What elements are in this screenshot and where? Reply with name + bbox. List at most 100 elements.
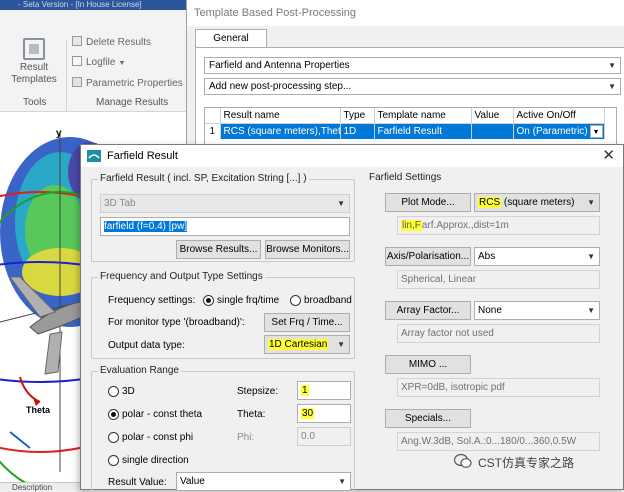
logfile-button[interactable]: Logfile ▼ (72, 53, 125, 73)
plot-mode-select[interactable]: RCS (square meters) ▼ (474, 193, 600, 212)
cell-type[interactable]: 1D (340, 123, 375, 139)
axis-polarisation-button[interactable]: Axis/Polarisation... (385, 247, 471, 266)
cell-template-name[interactable]: Farfield Result (374, 123, 472, 139)
category-select[interactable]: Farfield and Antenna Properties ▼ (204, 57, 621, 74)
single-direction-radio[interactable] (108, 455, 119, 466)
theta-label: Theta: (237, 409, 266, 420)
opt-3d-radio[interactable] (108, 386, 119, 397)
browse-monitors-button[interactable]: Browse Monitors... (265, 240, 350, 259)
result-templates-icon (23, 38, 45, 60)
farfield-app-icon (87, 150, 101, 162)
cell-result-name[interactable]: RCS (square meters),Theta=3 (220, 123, 341, 139)
ribbon-group-manage-results: Manage Results (96, 97, 169, 108)
broadband-radio[interactable] (290, 295, 301, 306)
set-frq-time-button[interactable]: Set Frq / Time... (264, 313, 350, 332)
phi-label: Phi: (237, 432, 255, 443)
plot-mode-info-highlight: lin,F (401, 220, 422, 231)
column-header-result-name[interactable]: Result name (220, 108, 341, 124)
broadband-label[interactable]: broadband (304, 295, 352, 306)
table-row[interactable]: 1 RCS (square meters),Theta=3 1D Farfiel… (205, 123, 605, 139)
axis-polarisation-select[interactable]: Abs ▼ (474, 247, 600, 266)
plot-mode-value-unit: (square meters) (501, 197, 575, 208)
axis-y-label: y (56, 128, 62, 139)
single-direction-label[interactable]: single direction (122, 455, 189, 466)
watermark: CST仿真专家之路 (454, 452, 624, 472)
output-data-type-select[interactable]: 1D Cartesian ▼ (264, 335, 350, 354)
theta-axis-label: Theta (26, 405, 51, 415)
delete-results-label: Delete Results (86, 37, 152, 48)
array-factor-button[interactable]: Array Factor... (385, 301, 471, 320)
farfield-dialog-title-bar: Farfield Result (81, 145, 623, 167)
stepsize-input[interactable]: 1 (297, 381, 351, 400)
phi-input: 0.0 (297, 427, 351, 446)
frequency-output-group: Frequency and Output Type Settings Frequ… (91, 271, 355, 359)
specials-info: Ang.W.3dB, Sol.A.:0...180/0...360,0.5W (397, 432, 600, 451)
chevron-down-icon: ▼ (587, 252, 595, 261)
delete-results-button[interactable]: Delete Results (72, 33, 151, 53)
chevron-down-icon: ▼ (608, 61, 616, 70)
tab-select: 3D Tab ▼ (100, 194, 350, 213)
result-value-label: Result Value: (108, 477, 167, 488)
column-header-active[interactable]: Active On/Off (513, 108, 605, 124)
cell-active[interactable]: On (Parametric) ▼ (513, 123, 605, 139)
axis-info: Spherical, Linear (397, 270, 600, 289)
plot-mode-button[interactable]: Plot Mode... (385, 193, 471, 212)
cell-value[interactable] (471, 123, 514, 139)
farfield-result-input[interactable]: farfield (f=0.4) [pw] (100, 217, 350, 236)
farfield-settings-group: Farfield Settings Plot Mode... RCS (squa… (367, 172, 615, 469)
specials-button[interactable]: Specials... (385, 409, 471, 428)
farfield-settings-group-title: Farfield Settings (367, 172, 444, 184)
tab-general-results[interactable]: General Results (195, 29, 267, 62)
polar-const-phi-label[interactable]: polar - const phi (122, 432, 193, 443)
add-step-select[interactable]: Add new post-processing step... ▼ (204, 78, 621, 95)
plot-mode-info: lin,Farf.Approx.,dist=1m (397, 216, 600, 235)
chevron-down-icon: ▼ (587, 306, 595, 315)
mimo-info: XPR=0dB, isotropic pdf (397, 378, 600, 397)
template-postprocessing-window: Template Based Post-Processing General R… (186, 0, 624, 150)
parametric-properties-button[interactable]: Parametric Properties (72, 74, 183, 94)
watermark-text: CST仿真专家之路 (478, 456, 575, 470)
result-value-value: Value (180, 476, 205, 487)
farfield-result-group-title: Farfield Result ( incl. SP, Excitation S… (98, 173, 309, 185)
result-value-select[interactable]: Value ▼ (176, 472, 351, 491)
array-factor-value: None (478, 305, 502, 316)
polar-const-theta-radio[interactable] (108, 409, 119, 420)
theta-input[interactable]: 30 (297, 404, 351, 423)
chevron-down-icon: ▼ (608, 82, 616, 91)
single-frq-time-radio[interactable] (203, 295, 214, 306)
evaluation-range-group-title: Evaluation Range (98, 365, 181, 377)
tab-select-value: 3D Tab (104, 198, 136, 209)
ribbon-group-tools: Tools (23, 97, 47, 108)
monitor-type-label: For monitor type '(broadband)': (108, 317, 245, 328)
frequency-settings-label: Frequency settings: (108, 295, 196, 306)
mimo-button[interactable]: MIMO ... (385, 355, 471, 374)
result-templates-button[interactable]: Result Templates (8, 38, 60, 100)
cell-active-value: On (Parametric) (516, 125, 588, 137)
chevron-down-icon: ▼ (337, 340, 345, 349)
row-index: 1 (205, 123, 221, 139)
category-select-value: Farfield and Antenna Properties (209, 60, 350, 71)
plot-mode-value: RCS (478, 197, 502, 208)
opt-3d-label[interactable]: 3D (122, 386, 135, 397)
single-frq-time-label[interactable]: single frq/time (217, 295, 279, 306)
table-header-row: Result name Type Template name Value Act… (205, 108, 605, 124)
frequency-output-group-title: Frequency and Output Type Settings (98, 271, 265, 283)
plot-mode-info-rest: arf.Approx.,dist=1m (421, 220, 509, 231)
evaluation-range-group: Evaluation Range 3D polar - const theta … (91, 365, 355, 491)
ribbon-divider (66, 40, 67, 118)
close-icon[interactable]: ✕ (602, 146, 615, 166)
template-window-title: Template Based Post-Processing (187, 0, 624, 26)
polar-const-phi-radio[interactable] (108, 432, 119, 443)
logfile-icon (72, 56, 82, 66)
farfield-result-dialog: Farfield Result ✕ Farfield Result ( incl… (80, 144, 624, 491)
array-factor-select[interactable]: None ▼ (474, 301, 600, 320)
stepsize-label: Stepsize: (237, 386, 279, 397)
column-header-type[interactable]: Type (340, 108, 375, 124)
polar-const-theta-label[interactable]: polar - const theta (122, 409, 202, 420)
chevron-down-icon[interactable]: ▼ (589, 124, 603, 138)
column-header-template-name[interactable]: Template name (374, 108, 472, 124)
wechat-icon (454, 453, 472, 468)
column-header-value[interactable]: Value (471, 108, 514, 124)
app-title-bar: - Seta Version - [In House License] (0, 0, 190, 10)
browse-results-button[interactable]: Browse Results... (176, 240, 261, 259)
